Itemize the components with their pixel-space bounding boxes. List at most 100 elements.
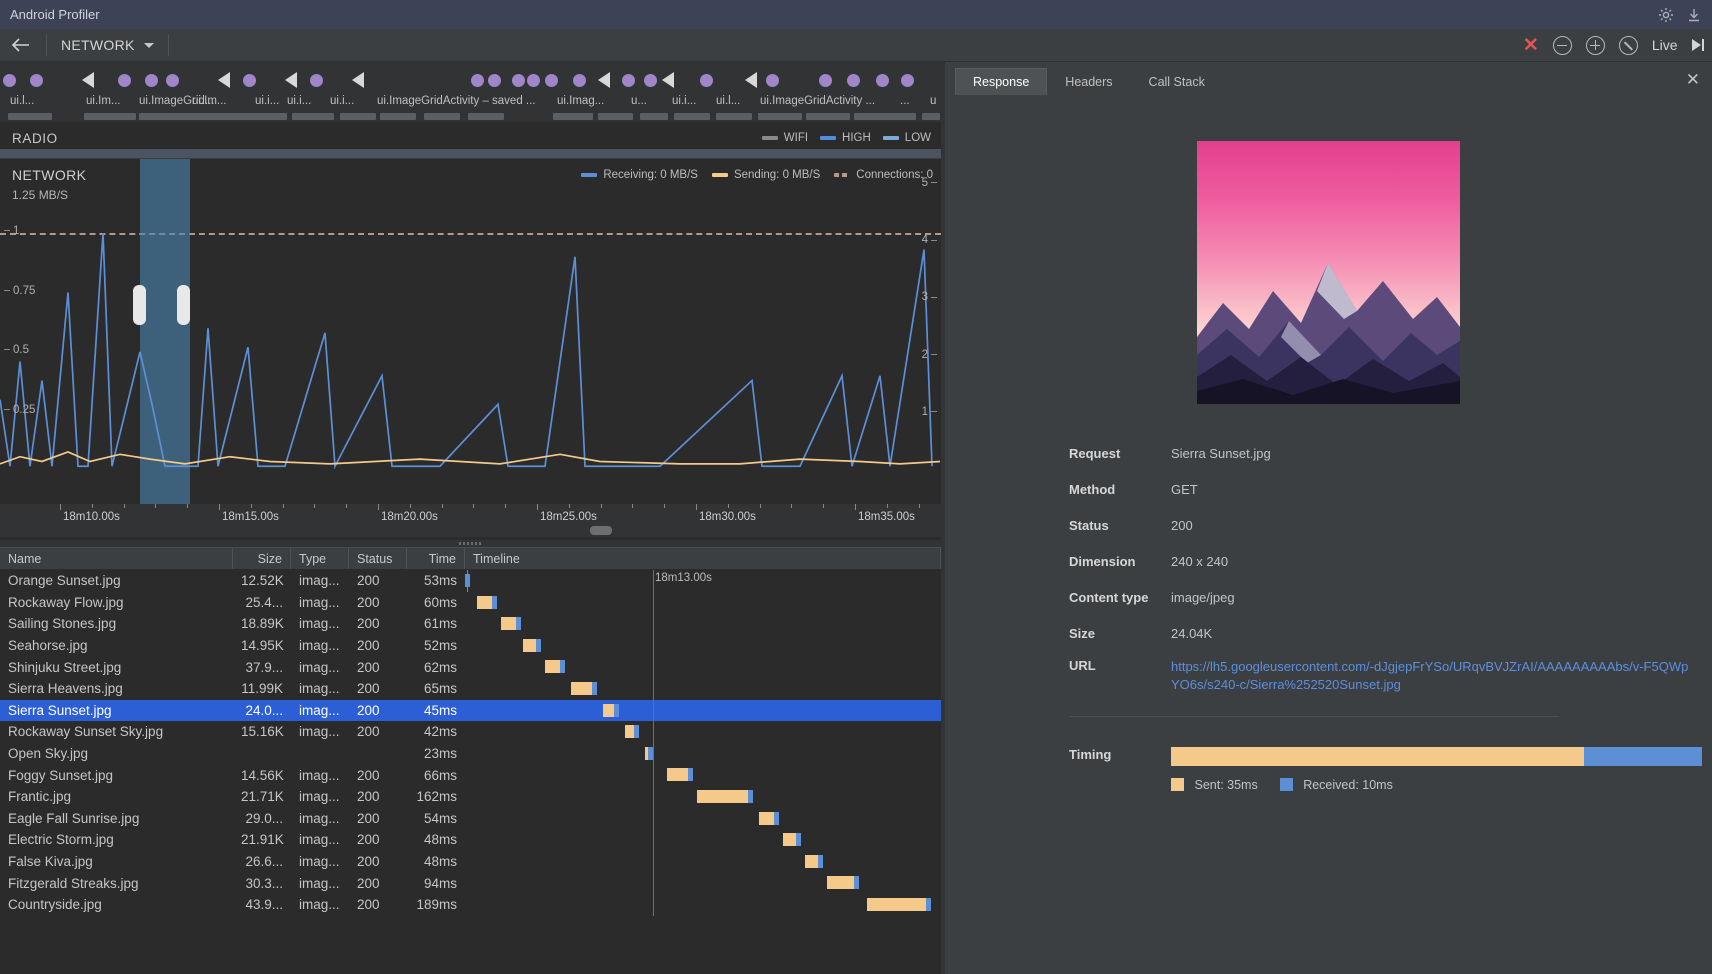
table-row[interactable]: Eagle Fall Sunrise.jpg29.0...imag...2005…: [0, 808, 941, 830]
stop-session-button[interactable]: ✕: [1523, 36, 1539, 55]
cell-status: 200: [349, 876, 407, 891]
event-dot-marker[interactable]: [310, 74, 323, 87]
network-chart[interactable]: NETWORK 1.25 MB/S Receiving: 0 MB/SSendi…: [0, 159, 941, 504]
event-dot-marker[interactable]: [819, 74, 832, 87]
event-activity-bar[interactable]: [84, 113, 136, 120]
table-row[interactable]: Foggy Sunset.jpg14.56Kimag...20066ms: [0, 764, 941, 786]
event-activity-bar[interactable]: [640, 113, 668, 120]
event-dot-marker[interactable]: [545, 74, 558, 87]
table-row[interactable]: Electric Storm.jpg21.91Kimag...20048ms: [0, 829, 941, 851]
column-header-size[interactable]: Size: [233, 548, 291, 569]
event-dot-marker[interactable]: [512, 74, 525, 87]
event-activity-bar[interactable]: [598, 113, 633, 120]
event-dot-marker[interactable]: [471, 74, 484, 87]
event-activity-bar[interactable]: [854, 113, 898, 120]
event-activity-label: ui.i...: [255, 95, 279, 107]
tab-response[interactable]: Response: [955, 68, 1047, 95]
event-activity-bar[interactable]: [468, 113, 504, 120]
event-dot-marker[interactable]: [876, 74, 889, 87]
table-row[interactable]: Orange Sunset.jpg12.52Kimag...20053ms18m…: [0, 570, 941, 592]
event-activity-bar[interactable]: [758, 113, 802, 120]
zoom-out-icon[interactable]: [1553, 36, 1572, 55]
event-activity-bar[interactable]: [806, 113, 850, 120]
event-activity-bar[interactable]: [292, 113, 334, 120]
event-dot-marker[interactable]: [243, 74, 256, 87]
event-activity-bar[interactable]: [8, 113, 52, 120]
event-dot-marker[interactable]: [30, 74, 43, 87]
column-header-status[interactable]: Status: [349, 548, 407, 569]
event-dot-marker[interactable]: [573, 74, 586, 87]
event-activity-bar[interactable]: [674, 113, 710, 120]
table-row[interactable]: Shinjuku Street.jpg37.9...imag...20062ms: [0, 656, 941, 678]
event-dot-marker[interactable]: [847, 74, 860, 87]
event-back-marker[interactable]: [662, 72, 674, 88]
timeline-bar: [571, 682, 597, 695]
event-activity-bar[interactable]: [716, 113, 752, 120]
event-dot-marker[interactable]: [766, 74, 779, 87]
event-back-marker[interactable]: [82, 72, 94, 88]
event-dot-marker[interactable]: [644, 74, 657, 87]
event-activity-bar[interactable]: [896, 113, 916, 120]
url-value[interactable]: https://lh5.googleusercontent.com/-dJgje…: [1171, 658, 1691, 695]
event-dot-marker[interactable]: [166, 74, 179, 87]
event-activity-label: ui.Im...: [86, 95, 121, 107]
table-resize-grip[interactable]: [0, 540, 941, 547]
event-timeline[interactable]: ui.l...ui.Im...ui.ImageGrid...ui.Im...ui…: [0, 62, 941, 122]
zoom-in-icon[interactable]: [1586, 36, 1605, 55]
event-dot-marker[interactable]: [622, 74, 635, 87]
tab-call-stack[interactable]: Call Stack: [1131, 68, 1223, 95]
event-dot-marker[interactable]: [488, 74, 501, 87]
profiler-mode-selector[interactable]: NETWORK: [51, 37, 164, 53]
gear-icon[interactable]: [1658, 7, 1674, 23]
column-header-name[interactable]: Name: [0, 548, 233, 569]
time-minor-tick: [760, 504, 761, 508]
column-header-type[interactable]: Type: [291, 548, 349, 569]
table-row[interactable]: Frantic.jpg21.71Kimag...200162ms: [0, 786, 941, 808]
event-activity-bar[interactable]: [553, 113, 593, 120]
event-activity-bar[interactable]: [922, 113, 940, 120]
connections-table: Name Size Type Status Time Timeline Oran…: [0, 540, 941, 974]
cell-name: Rockaway Flow.jpg: [0, 595, 233, 610]
event-dot-marker[interactable]: [700, 74, 713, 87]
event-activity-bar[interactable]: [340, 113, 376, 120]
cell-timeline: [465, 613, 941, 635]
column-header-time[interactable]: Time: [407, 548, 465, 569]
minimize-icon[interactable]: [1686, 7, 1702, 23]
event-back-marker[interactable]: [285, 72, 297, 88]
table-row[interactable]: Rockaway Sunset Sky.jpg15.16Kimag...2004…: [0, 721, 941, 743]
detail-row: Content typeimage/jpeg: [1069, 590, 1712, 605]
event-back-marker[interactable]: [745, 72, 757, 88]
table-row[interactable]: Seahorse.jpg14.95Kimag...20052ms: [0, 635, 941, 657]
close-panel-button[interactable]: ✕: [1686, 71, 1700, 88]
back-button[interactable]: [0, 37, 42, 53]
go-live-button[interactable]: [1692, 39, 1705, 51]
event-back-marker[interactable]: [218, 72, 230, 88]
column-header-timeline[interactable]: Timeline: [465, 548, 941, 569]
live-label[interactable]: Live: [1652, 37, 1678, 53]
table-row[interactable]: Rockaway Flow.jpg25.4...imag...20060ms: [0, 592, 941, 614]
table-row[interactable]: Sailing Stones.jpg18.89Kimag...20061ms: [0, 613, 941, 635]
event-dot-marker[interactable]: [145, 74, 158, 87]
event-back-marker[interactable]: [352, 72, 364, 88]
timeline-scroll-thumb[interactable]: [590, 526, 612, 535]
event-activity-bar[interactable]: [424, 113, 460, 120]
event-activity-bar[interactable]: [380, 113, 416, 120]
table-row[interactable]: Fitzgerald Streaks.jpg30.3...imag...2009…: [0, 872, 941, 894]
tab-headers[interactable]: Headers: [1047, 68, 1130, 95]
event-dot-marker[interactable]: [527, 74, 540, 87]
event-dot-marker[interactable]: [901, 74, 914, 87]
event-dot-marker[interactable]: [3, 74, 16, 87]
table-row[interactable]: Sierra Sunset.jpg24.0...imag...20045ms: [0, 700, 941, 722]
reset-zoom-icon[interactable]: [1619, 36, 1638, 55]
event-back-marker[interactable]: [598, 72, 610, 88]
table-row[interactable]: Sierra Heavens.jpg11.99Kimag...20065ms: [0, 678, 941, 700]
cell-type: imag...: [291, 724, 349, 739]
event-dot-marker[interactable]: [118, 74, 131, 87]
detail-key: Content type: [1069, 590, 1171, 605]
event-activity-bar[interactable]: [139, 113, 287, 120]
table-row[interactable]: Countryside.jpg43.9...imag...200189ms: [0, 894, 941, 916]
table-row[interactable]: False Kiva.jpg26.6...imag...20048ms: [0, 851, 941, 873]
timeline-bar: [645, 747, 653, 760]
table-row[interactable]: Open Sky.jpg23ms: [0, 743, 941, 765]
cell-name: Sierra Heavens.jpg: [0, 681, 233, 696]
